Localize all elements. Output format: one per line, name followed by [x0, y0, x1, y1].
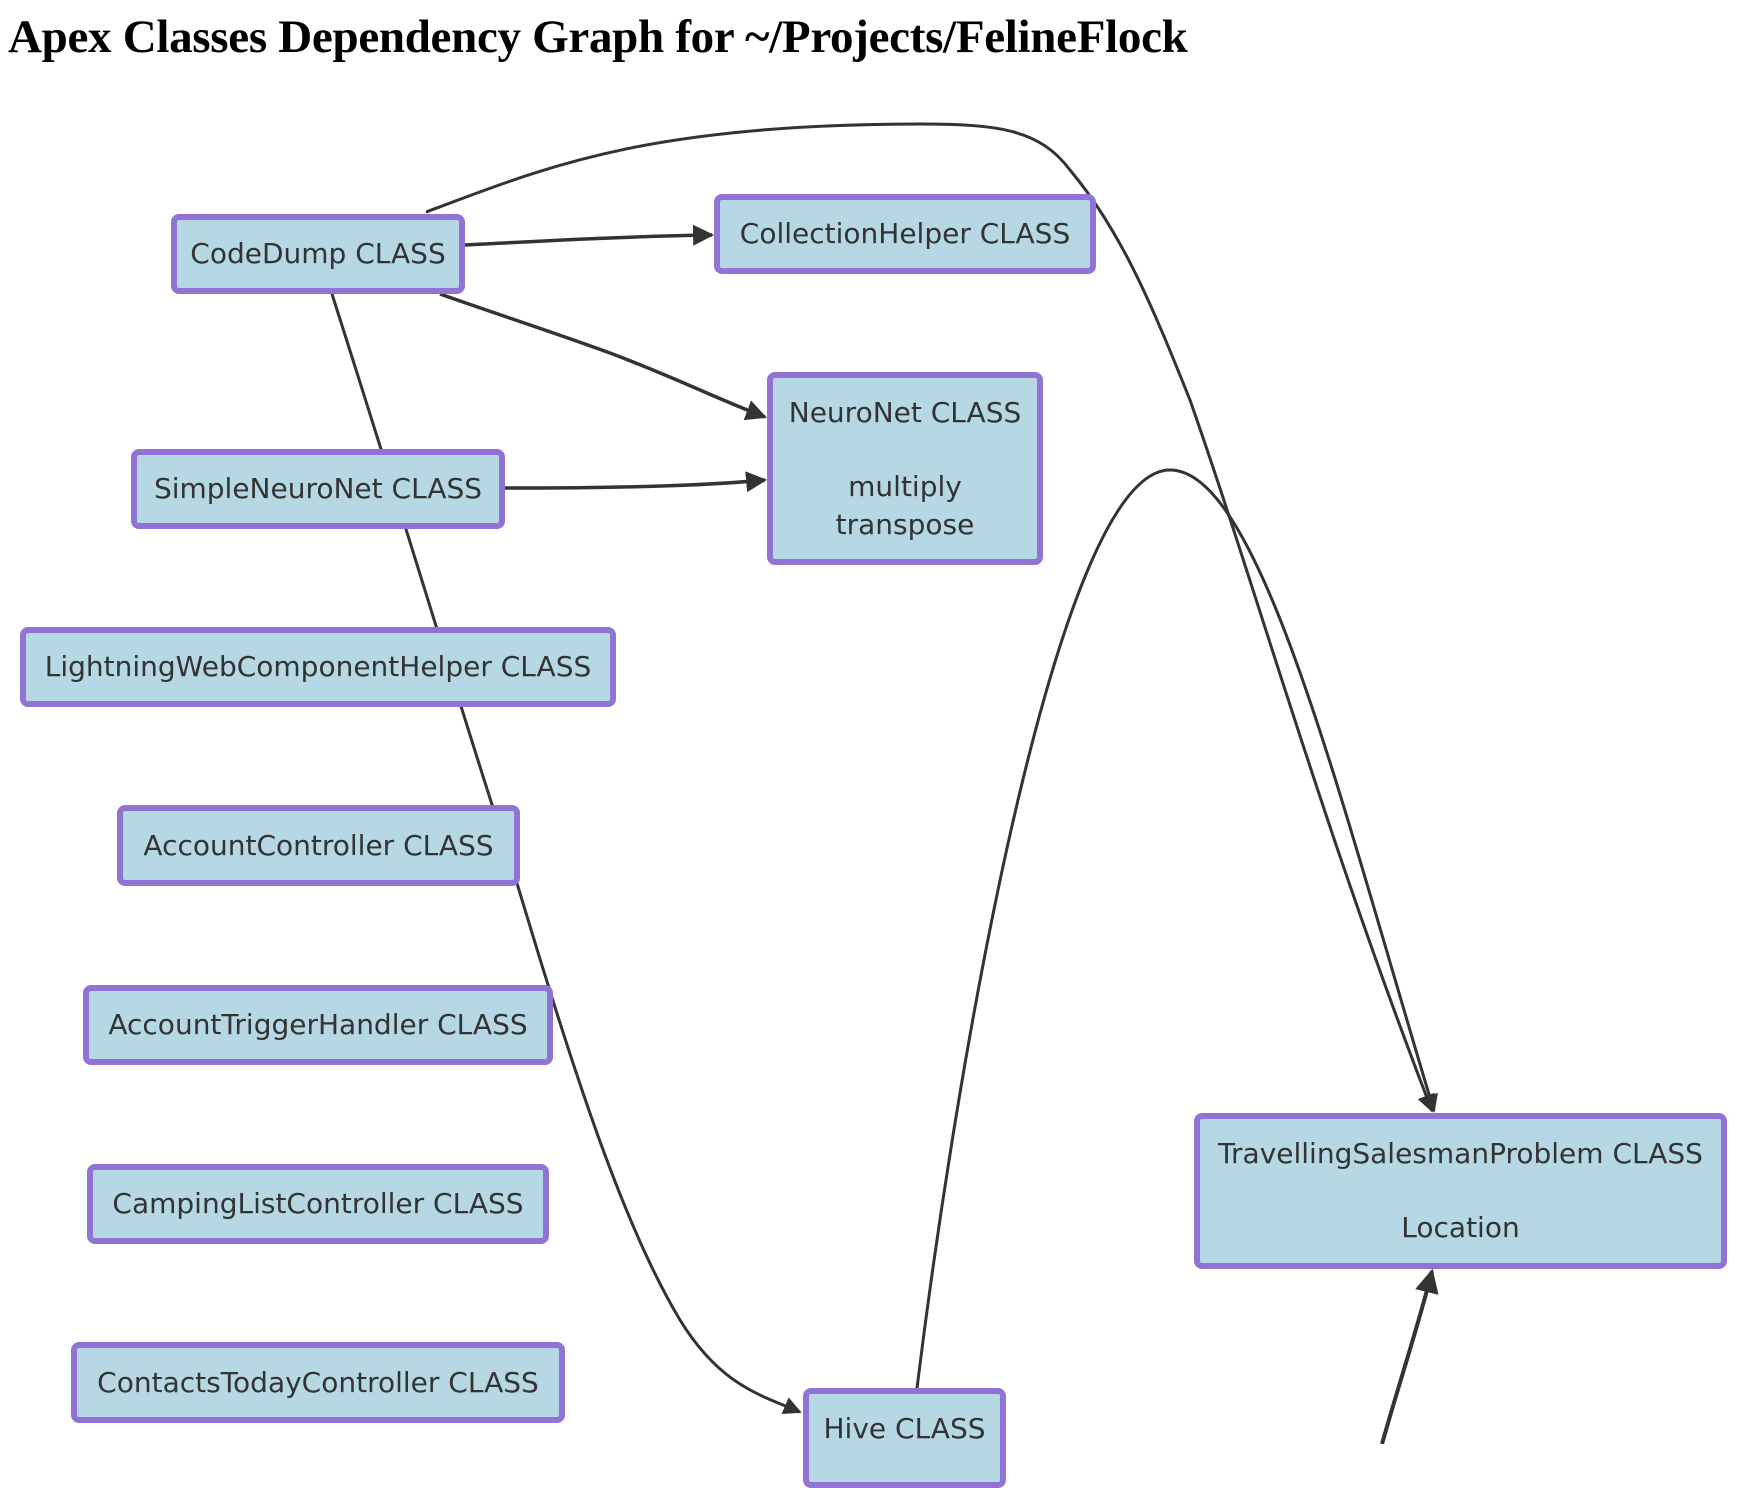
- node-lightningwebcomponenthelper[interactable]: LightningWebComponentHelper CLASS: [20, 627, 616, 707]
- node-label: CampingListController CLASS: [112, 1187, 524, 1220]
- node-label: ContactsTodayController CLASS: [97, 1365, 539, 1399]
- node-label: Hive CLASS: [823, 1412, 986, 1445]
- node-label: NeuroNet CLASS: [788, 395, 1022, 429]
- node-label: TravellingSalesmanProblem CLASS: [1218, 1137, 1703, 1170]
- node-accountcontroller[interactable]: AccountController CLASS: [117, 805, 520, 886]
- node-hive[interactable]: Hive CLASS: [803, 1388, 1006, 1488]
- node-label: CodeDump CLASS: [190, 237, 446, 270]
- node-member: multiply: [848, 469, 962, 503]
- node-codedump[interactable]: CodeDump CLASS: [171, 214, 465, 294]
- node-member: Location: [1401, 1211, 1520, 1244]
- node-label: LightningWebComponentHelper CLASS: [44, 650, 592, 683]
- node-label: CollectionHelper CLASS: [739, 217, 1071, 250]
- node-contactstodaycontroller[interactable]: ContactsTodayController CLASS: [71, 1342, 565, 1423]
- node-member: transpose: [835, 507, 975, 541]
- node-collectionhelper[interactable]: CollectionHelper CLASS: [714, 194, 1096, 274]
- edge-simpleneuronet-neuronet: [504, 471, 768, 493]
- node-label: SimpleNeuroNet CLASS: [153, 472, 483, 505]
- node-accounttriggerhandler[interactable]: AccountTriggerHandler CLASS: [83, 985, 553, 1065]
- node-label: AccountTriggerHandler CLASS: [108, 1008, 528, 1041]
- edge-codedump-neuronet: [439, 292, 767, 421]
- edge-codedump-collectionhelper: [464, 224, 715, 247]
- node-label: AccountController CLASS: [143, 828, 494, 862]
- edge-offscreen-tsp: [1380, 1268, 1439, 1444]
- node-campinglistcontroller[interactable]: CampingListController CLASS: [87, 1164, 549, 1244]
- node-simpleneuronet[interactable]: SimpleNeuroNet CLASS: [131, 449, 505, 529]
- node-neuronet[interactable]: NeuroNet CLASS multiply transpose: [767, 372, 1043, 565]
- node-travellingsalesmanproblem[interactable]: TravellingSalesmanProblem CLASS Location: [1194, 1113, 1727, 1269]
